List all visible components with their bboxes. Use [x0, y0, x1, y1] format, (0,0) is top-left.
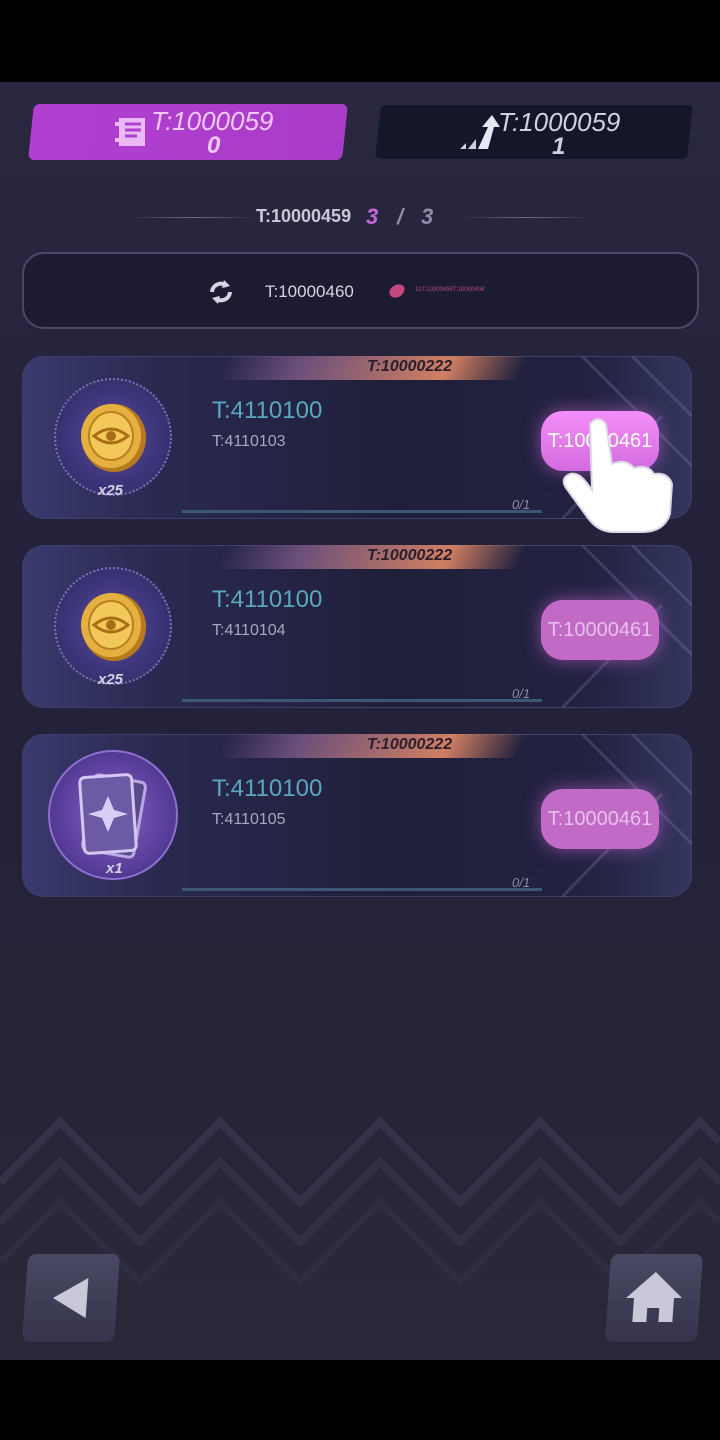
task-card: T:10000222 x1 T:4110100 T:4110105 0/1 T:… [22, 734, 692, 897]
back-arrow-icon [53, 1278, 89, 1318]
task-progress-text: 0/1 [512, 497, 531, 512]
back-button[interactable] [21, 1254, 121, 1342]
progress-line-right [460, 217, 592, 218]
card-tag-text: T:10000222 [367, 547, 453, 564]
task-description: T:4110105 [212, 811, 286, 828]
progress-separator: / [397, 204, 404, 229]
refresh-bar[interactable]: T:10000460 11T:10000458T:10000458 [22, 252, 699, 329]
tab-growth[interactable]: T:1000059 1 [374, 104, 694, 160]
tab-daily[interactable]: T:1000059 0 [28, 104, 348, 160]
reward-icon-frame [54, 567, 172, 685]
gold-coin-icon [81, 593, 146, 661]
task-screen: T:1000059 0 T:1000059 1 T:10000459 3 / 3… [0, 82, 720, 1360]
refresh-label: T:10000460 [265, 282, 354, 301]
progress-line-left [128, 217, 258, 218]
claim-button[interactable]: T:10000461 [541, 600, 659, 660]
reward-quantity: x25 [98, 671, 124, 688]
progress-total: 3 [421, 204, 434, 229]
tab-growth-count: 1 [552, 133, 566, 160]
home-icon [626, 1272, 682, 1322]
reward-quantity: x25 [98, 482, 124, 499]
refresh-cost-text: 11T:10000458T:10000458 [415, 287, 485, 293]
scroll-icon [115, 118, 145, 146]
refresh-icon [210, 280, 232, 304]
task-progress-bar [182, 888, 542, 891]
gold-coin-icon [81, 404, 146, 472]
card-tag-text: T:10000222 [367, 358, 453, 375]
task-title: T:4110100 [212, 775, 323, 802]
progress-current: 3 [366, 204, 379, 229]
card-tag-text: T:10000222 [367, 736, 453, 753]
task-description: T:4110103 [212, 433, 286, 450]
growth-arrow-icon [460, 115, 500, 149]
task-title: T:4110100 [212, 397, 323, 424]
task-description: T:4110104 [212, 622, 286, 639]
claim-button[interactable]: T:10000461 [541, 789, 659, 849]
gem-icon [389, 284, 405, 298]
task-card: T:10000222 x25 T:4110100 T:4110104 0/1 T… [22, 545, 692, 708]
reward-icon-frame [54, 378, 172, 496]
tutorial-hand-icon [562, 418, 674, 533]
task-title: T:4110100 [212, 586, 323, 613]
progress-label: T:10000459 [256, 206, 352, 226]
task-progress-text: 0/1 [512, 875, 531, 890]
home-button[interactable] [604, 1254, 704, 1342]
reward-quantity: x1 [106, 860, 123, 877]
task-progress-bar [182, 510, 542, 513]
tab-daily-count: 0 [207, 132, 221, 159]
task-progress-text: 0/1 [512, 686, 531, 701]
task-progress-bar [182, 699, 542, 702]
